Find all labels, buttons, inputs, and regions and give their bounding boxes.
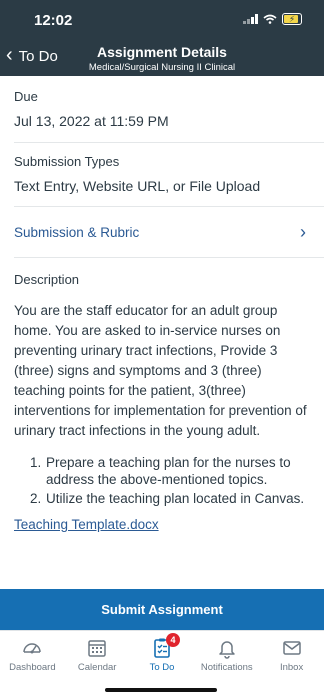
battery-icon: ⚡ [282, 13, 302, 25]
signal-icon [243, 14, 258, 24]
list-item-number: 2. [30, 491, 42, 506]
app-header: 12:02 ⚡ ‹ To Do Assignment Details Medic… [0, 0, 324, 76]
submission-rubric-label: Submission & Rubric [14, 224, 140, 240]
description-body: You are the staff educator for an adult … [14, 303, 307, 438]
submission-types-value: Text Entry, Website URL, or File Upload [14, 178, 261, 194]
home-indicator [105, 688, 217, 692]
todo-count-badge: 4 [165, 633, 180, 647]
list-item-text: Prepare a teaching plan for the nurses t… [46, 455, 291, 487]
chevron-left-icon: ‹ [6, 44, 13, 66]
divider [14, 142, 324, 143]
back-label: To Do [18, 47, 58, 65]
list-item-text: Utilize the teaching plan located in Can… [46, 491, 305, 506]
divider [14, 257, 324, 258]
list-item: 2. Utilize the teaching plan located in … [30, 490, 308, 507]
tab-label: Dashboard [9, 662, 56, 673]
list-item: 1. Prepare a teaching plan for the nurse… [30, 454, 308, 488]
tab-label: Notifications [200, 662, 253, 673]
tab-notifications[interactable]: Notifications [194, 631, 259, 681]
tab-label: Calendar [77, 662, 117, 673]
chevron-right-icon: › [300, 221, 306, 242]
status-icons: ⚡ [243, 13, 302, 25]
attachment-link[interactable]: Teaching Template.docx [14, 517, 159, 532]
description-section: Description [14, 272, 310, 287]
wifi-icon [263, 14, 277, 24]
inbox-icon [282, 641, 301, 655]
tab-bar: Dashboard Calendar 4 To Do Notifications [0, 630, 324, 681]
tab-label: To Do [149, 662, 175, 673]
bell-icon [219, 641, 235, 659]
description-list: 1. Prepare a teaching plan for the nurse… [30, 454, 308, 509]
description-label: Description [14, 272, 80, 287]
due-label: Due [14, 89, 38, 104]
submission-rubric-link[interactable]: Submission & Rubric › [14, 222, 306, 242]
calendar-icon [88, 640, 106, 657]
status-time: 12:02 [34, 12, 73, 29]
tab-calendar[interactable]: Calendar [65, 631, 130, 681]
tab-inbox[interactable]: Inbox [259, 631, 324, 681]
submission-types-section: Submission Types Text Entry, Website URL… [14, 154, 310, 194]
tab-dashboard[interactable]: Dashboard [0, 631, 65, 681]
submission-types-label: Submission Types [14, 154, 120, 169]
dashboard-icon [23, 643, 42, 654]
due-value: Jul 13, 2022 at 11:59 PM [14, 113, 169, 129]
due-section: Due Jul 13, 2022 at 11:59 PM [14, 89, 310, 129]
divider [14, 206, 324, 207]
list-item-number: 1. [30, 455, 42, 470]
back-button[interactable]: ‹ To Do [6, 44, 58, 66]
tab-label: Inbox [279, 662, 304, 673]
submit-assignment-button[interactable]: Submit Assignment [0, 589, 324, 630]
tab-todo[interactable]: 4 To Do [130, 631, 195, 681]
